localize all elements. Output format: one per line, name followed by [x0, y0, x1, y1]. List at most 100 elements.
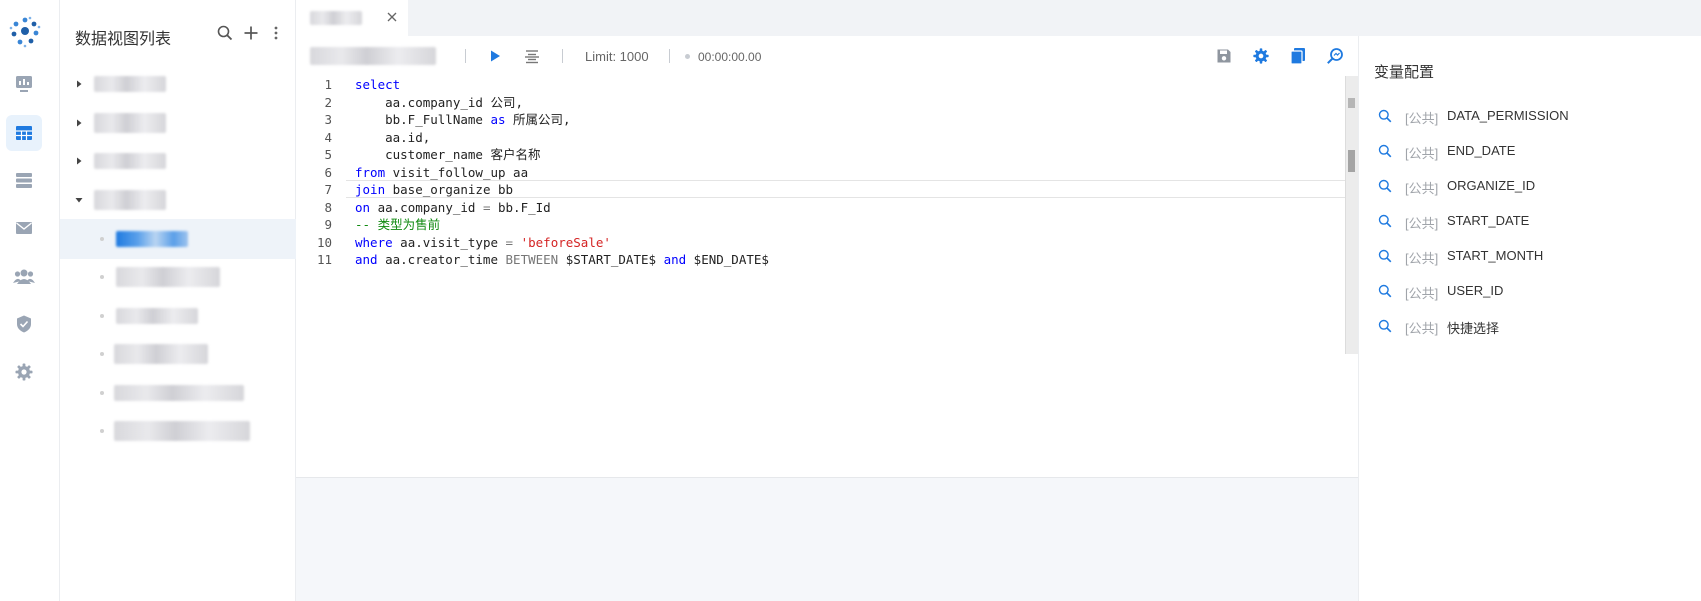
bullet	[100, 275, 104, 279]
data-view-tree-panel: 数据视图列表	[60, 0, 296, 601]
app-logo[interactable]	[8, 14, 42, 48]
line-number: 8	[324, 199, 332, 215]
tree-folder[interactable]	[60, 141, 296, 181]
obscured-view-name	[310, 47, 436, 65]
table-view-nav-icon[interactable]	[6, 115, 42, 151]
obscured-folder-name	[94, 190, 166, 210]
caret-right-icon[interactable]	[74, 79, 84, 89]
status-dot	[685, 54, 690, 59]
app-icon-rail	[0, 0, 60, 601]
document-copy-icon[interactable]	[1288, 46, 1308, 66]
search-icon[interactable]	[1378, 109, 1392, 123]
tree-item-selected[interactable]	[60, 219, 296, 259]
bullet	[100, 237, 104, 241]
code-line: select	[355, 77, 401, 92]
tree-folder[interactable]	[60, 64, 296, 104]
variable-scope-tag: [公共]	[1405, 251, 1439, 266]
code-line: aa.company_id 公司,	[355, 94, 523, 110]
bullet	[100, 314, 104, 318]
editor-vertical-scrollbar[interactable]	[1345, 76, 1358, 354]
variable-panel-title: 变量配置	[1374, 64, 1435, 81]
limit-selector[interactable]: Limit: 1000	[585, 49, 649, 64]
caret-down-icon[interactable]	[74, 195, 84, 205]
variable-name: START_DATE	[1447, 213, 1530, 228]
editor-tab-bar	[296, 0, 1358, 36]
caret-right-icon[interactable]	[74, 156, 84, 166]
variable-item[interactable]: [公共] START_MONTH	[1359, 239, 1701, 274]
close-icon[interactable]	[386, 11, 398, 23]
search-icon[interactable]	[1378, 249, 1392, 263]
run-icon[interactable]	[485, 46, 505, 66]
variable-item[interactable]: [公共] ORGANIZE_ID	[1359, 169, 1701, 204]
gear-icon[interactable]	[1251, 46, 1271, 66]
obscured-item-name	[114, 385, 244, 401]
variable-item[interactable]: [公共] END_DATE	[1359, 134, 1701, 169]
variable-item[interactable]: [公共] USER_ID	[1359, 274, 1701, 309]
toolbar-divider	[562, 49, 563, 63]
database-nav-icon[interactable]	[6, 162, 42, 198]
tree-item[interactable]	[60, 411, 296, 451]
obscured-item-name	[116, 267, 220, 287]
search-icon[interactable]	[1378, 319, 1392, 333]
code-line: aa.id,	[355, 129, 431, 145]
search-icon[interactable]	[214, 22, 236, 44]
search-analyze-icon[interactable]	[1325, 46, 1345, 66]
caret-right-icon[interactable]	[74, 118, 84, 128]
sql-editor[interactable]: 1 2 3 4 5 6 7 8 9 10 11 select aa.company_id 公司, b…	[296, 76, 1358, 477]
users-nav-icon[interactable]	[6, 258, 42, 294]
search-icon[interactable]	[1378, 284, 1392, 298]
shield-nav-icon[interactable]	[6, 306, 42, 342]
tree-folder[interactable]	[60, 103, 296, 143]
variable-scope-tag: [公共]	[1405, 181, 1439, 196]
line-number: 11	[316, 252, 332, 267]
obscured-folder-name	[94, 76, 166, 92]
search-icon[interactable]	[1378, 144, 1392, 158]
code-line: and aa.creator_time BETWEEN $START_DATE$…	[355, 252, 769, 267]
line-number: 5	[324, 147, 332, 162]
variable-config-panel: 变量配置 [公共] DATA_PERMISSION [公共] END_DATE …	[1358, 36, 1701, 601]
obscured-item-name	[114, 421, 250, 441]
toolbar-divider	[669, 49, 670, 63]
right-panel-header-strip	[1358, 0, 1701, 36]
variable-name: USER_ID	[1447, 283, 1504, 298]
search-icon[interactable]	[1378, 214, 1392, 228]
more-options-icon[interactable]	[265, 22, 287, 44]
obscured-folder-name	[94, 113, 166, 133]
line-number: 10	[316, 234, 332, 250]
code-line: -- 类型为售前	[355, 217, 441, 232]
add-icon[interactable]	[240, 22, 262, 44]
code-line: where aa.visit_type = 'beforeSale'	[355, 234, 611, 250]
mail-nav-icon[interactable]	[6, 210, 42, 246]
scroll-thumb[interactable]	[1348, 150, 1355, 172]
variable-name: ORGANIZE_ID	[1447, 178, 1536, 193]
line-number: 2	[324, 94, 332, 110]
settings-nav-icon[interactable]	[6, 354, 42, 390]
result-panel	[296, 477, 1358, 601]
code-line: join base_organize bb	[355, 182, 514, 197]
line-number: 3	[324, 112, 332, 127]
variable-name: END_DATE	[1447, 143, 1516, 158]
variable-name: DATA_PERMISSION	[1447, 108, 1569, 123]
obscured-item-name	[116, 308, 198, 324]
line-number-gutter: 1 2 3 4 5 6 7 8 9 10 11	[296, 76, 346, 477]
tree-item[interactable]	[60, 257, 296, 297]
obscured-item-name	[116, 231, 188, 247]
format-sql-icon[interactable]	[522, 46, 542, 66]
variable-scope-tag: [公共]	[1405, 286, 1439, 301]
tree-folder-expanded[interactable]	[60, 180, 296, 220]
save-icon[interactable]	[1214, 46, 1234, 66]
tab-data-view[interactable]	[296, 0, 408, 36]
tree-item[interactable]	[60, 334, 296, 374]
variable-scope-tag: [公共]	[1405, 321, 1439, 336]
variable-item[interactable]: [公共] 快捷选择	[1359, 309, 1701, 344]
execution-timer: 00:00:00.00	[698, 50, 762, 64]
variable-name: 快捷选择	[1447, 321, 1500, 336]
tree-item[interactable]	[60, 373, 296, 413]
variable-item[interactable]: [公共] DATA_PERMISSION	[1359, 99, 1701, 134]
variable-item[interactable]: [公共] START_DATE	[1359, 204, 1701, 239]
code-line: customer_name 客户名称	[355, 147, 541, 162]
search-icon[interactable]	[1378, 179, 1392, 193]
dashboard-nav-icon[interactable]	[6, 66, 42, 102]
editor-toolbar: Limit: 1000 00:00:00.00	[296, 36, 1358, 76]
tree-item[interactable]	[60, 296, 296, 336]
